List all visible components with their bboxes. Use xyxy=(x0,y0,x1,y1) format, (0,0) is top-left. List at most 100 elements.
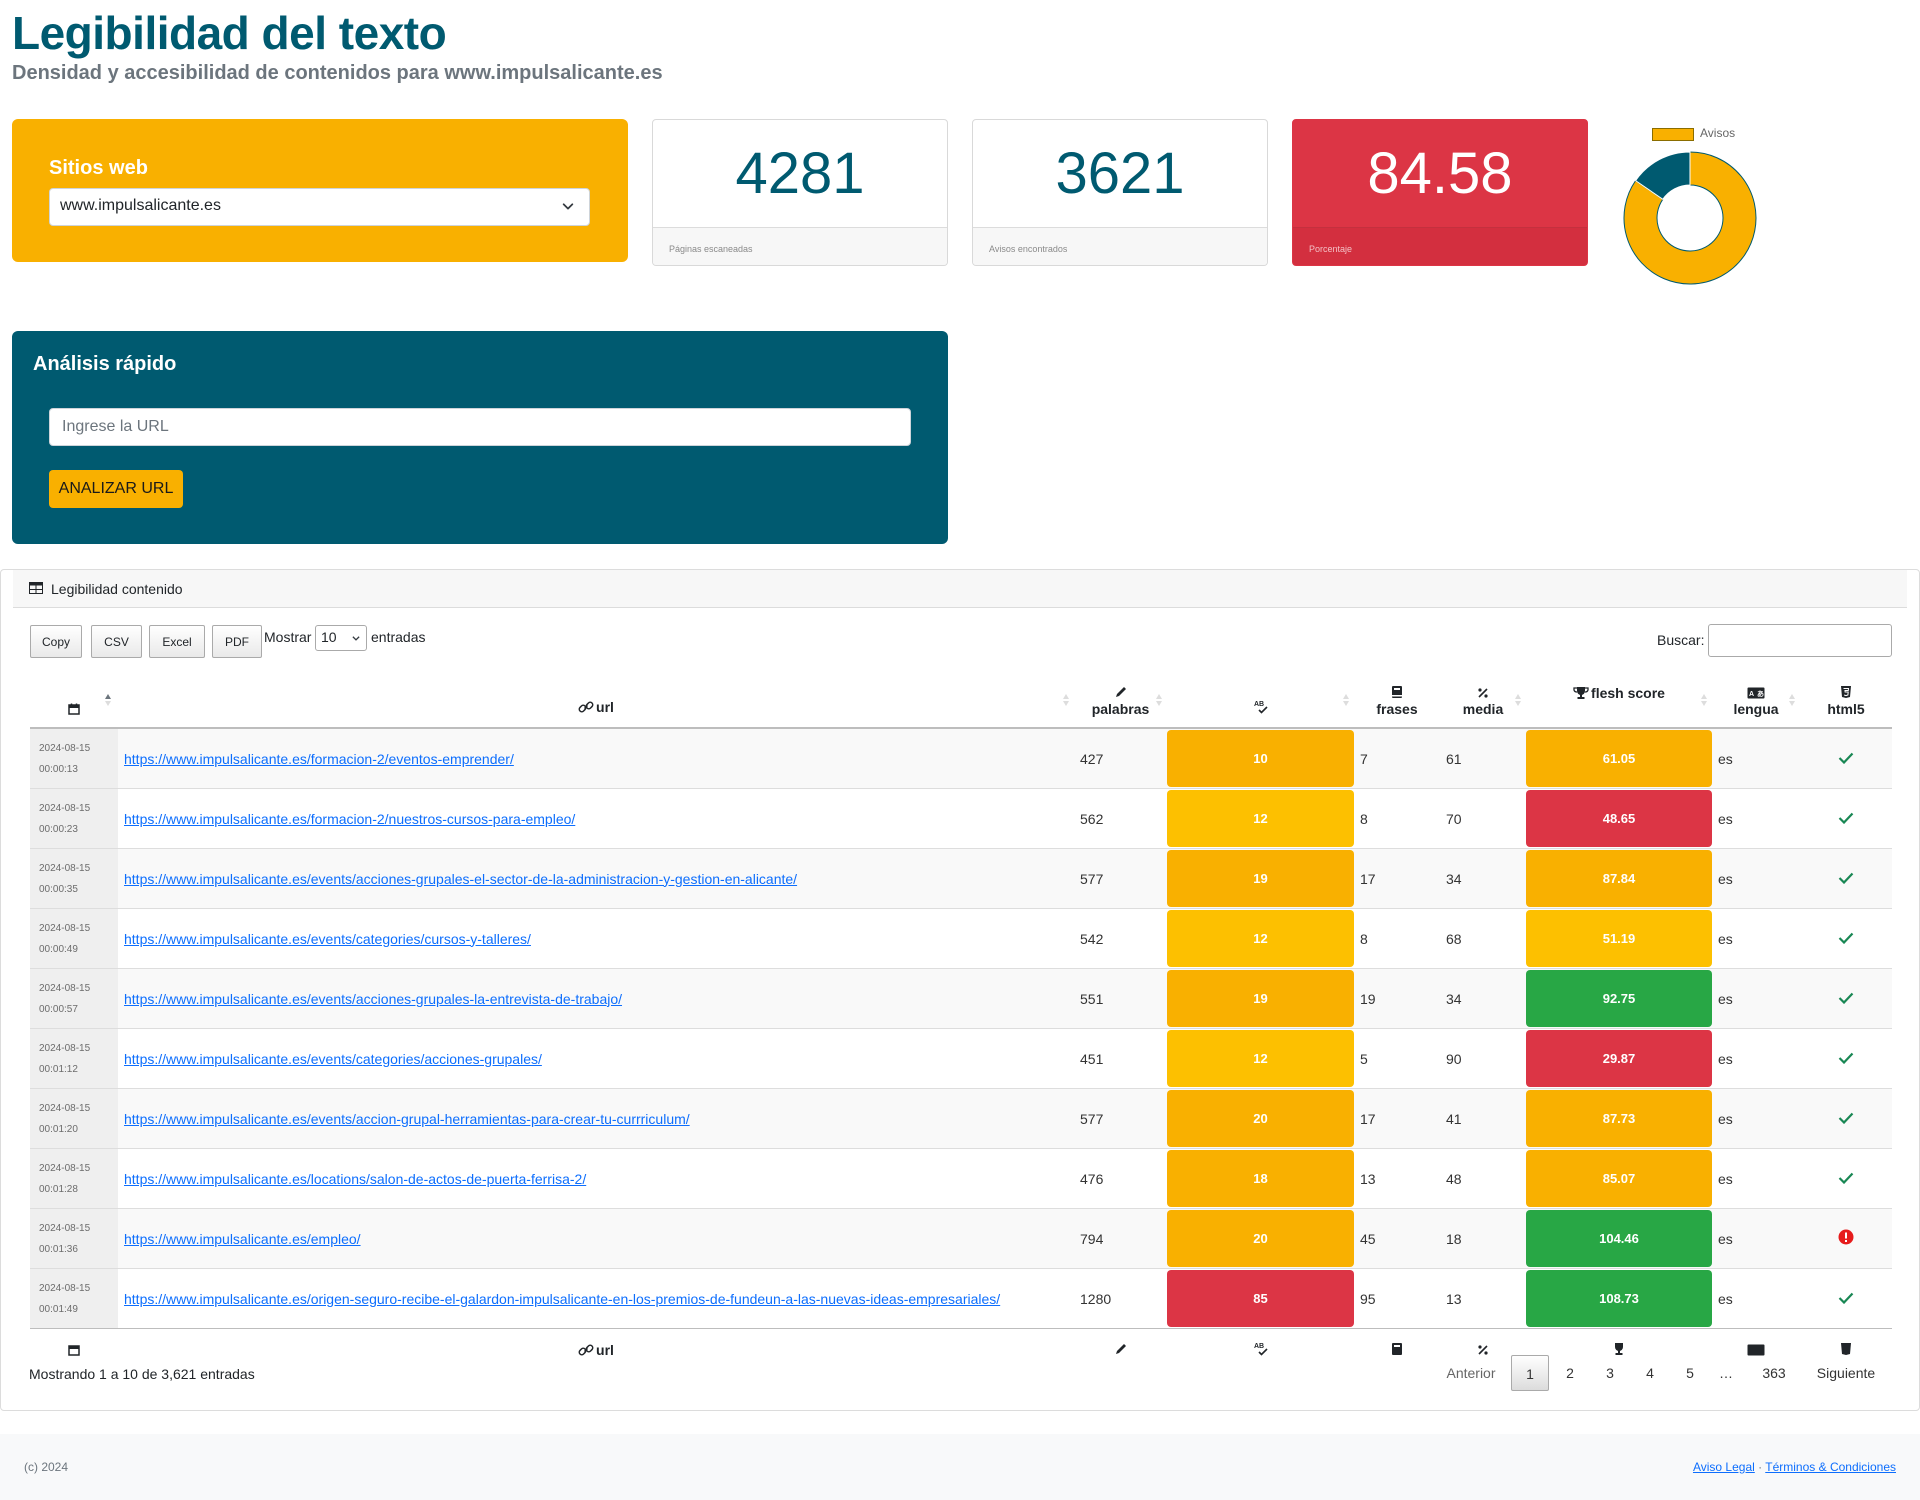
excel-button[interactable]: Excel xyxy=(149,625,205,658)
page-url-link[interactable]: https://www.impulsalicante.es/formacion-… xyxy=(124,811,575,827)
th-words[interactable]: palabras xyxy=(1074,667,1167,729)
check-icon xyxy=(1838,1052,1854,1064)
page-url-link[interactable]: https://www.impulsalicante.es/events/acc… xyxy=(124,1111,690,1127)
cell-date-day: 2024-08-15 xyxy=(39,1222,91,1234)
cell-language: es xyxy=(1712,1028,1800,1089)
readability-table-card: Legibilidad contenido Copy CSV Excel PDF… xyxy=(0,569,1920,1411)
pagination-page-4[interactable]: 4 xyxy=(1631,1355,1669,1391)
tf-words xyxy=(1074,1328,1167,1373)
th-url[interactable]: url xyxy=(118,667,1074,729)
cell-date-time: 00:01:49 xyxy=(39,1303,78,1315)
cell-flesh-score: 51.19 xyxy=(1526,908,1712,969)
cell-language: es xyxy=(1712,1148,1800,1209)
pagination-page-5[interactable]: 5 xyxy=(1671,1355,1709,1391)
cell-sentences: 8 xyxy=(1354,908,1440,969)
svg-text:AB: AB xyxy=(1254,1343,1264,1350)
search-label: Buscar: xyxy=(1657,632,1705,648)
chevron-down-icon xyxy=(562,203,574,210)
page-length-select[interactable]: 10 xyxy=(315,625,367,651)
cell-html5 xyxy=(1800,1268,1892,1329)
calendar-icon xyxy=(68,1345,80,1356)
page-url-link[interactable]: https://www.impulsalicante.es/events/acc… xyxy=(124,991,622,1007)
sort-icon xyxy=(1343,694,1349,706)
cell-url: https://www.impulsalicante.es/events/cat… xyxy=(118,908,1074,969)
stat-pages-value: 4281 xyxy=(735,141,865,206)
page-url-link[interactable]: https://www.impulsalicante.es/events/cat… xyxy=(124,931,531,947)
page-url-link[interactable]: https://www.impulsalicante.es/origen-seg… xyxy=(124,1291,1000,1307)
cell-sentences: 95 xyxy=(1354,1268,1440,1329)
cell-average: 90 xyxy=(1440,1028,1526,1089)
link-icon xyxy=(578,701,594,713)
legend-swatch[interactable] xyxy=(1652,128,1694,141)
pagination-previous[interactable]: Anterior xyxy=(1436,1355,1506,1391)
table-row: 2024-08-15 00:01:12 https://www.impulsalic… xyxy=(30,1028,1892,1089)
cell-url: https://www.impulsalicante.es/formacion-… xyxy=(118,788,1074,849)
tf-url-label: url xyxy=(596,1341,614,1358)
cell-date-day: 2024-08-15 xyxy=(39,1042,91,1054)
cell-language: es xyxy=(1712,908,1800,969)
cell-html5 xyxy=(1800,1208,1892,1269)
search-input[interactable] xyxy=(1708,624,1892,657)
th-date[interactable] xyxy=(30,667,118,729)
cell-url: https://www.impulsalicante.es/events/acc… xyxy=(118,968,1074,1029)
cell-language: es xyxy=(1712,968,1800,1029)
legal-notice-link[interactable]: Aviso Legal xyxy=(1693,1460,1755,1474)
site-select[interactable]: www.impulsalicante.es xyxy=(49,188,590,226)
pagination-ellipsis: … xyxy=(1719,1365,1733,1381)
page-url-link[interactable]: https://www.impulsalicante.es/locations/… xyxy=(124,1171,586,1187)
stat-card-warnings: 3621 Avisos encontrados xyxy=(972,119,1268,266)
th-spellcheck[interactable]: AB xyxy=(1167,667,1354,729)
pagination-page-2[interactable]: 2 xyxy=(1551,1355,1589,1391)
quick-analysis-title: Análisis rápido xyxy=(33,353,177,375)
check-icon xyxy=(1838,1112,1854,1124)
page-url-link[interactable]: https://www.impulsalicante.es/events/cat… xyxy=(124,1051,542,1067)
th-flesh-score[interactable]: flesh score xyxy=(1526,667,1712,729)
cell-average: 34 xyxy=(1440,968,1526,1029)
show-label: Mostrar xyxy=(264,629,312,645)
page-url-link[interactable]: https://www.impulsalicante.es/formacion-… xyxy=(124,751,514,767)
pagination-page-3[interactable]: 3 xyxy=(1591,1355,1629,1391)
table-row: 2024-08-15 00:00:57 https://www.impulsalic… xyxy=(30,968,1892,1029)
flesh-score-badge: 87.73 xyxy=(1526,1090,1712,1147)
copy-button[interactable]: Copy xyxy=(30,625,82,658)
cell-html5 xyxy=(1800,968,1892,1029)
terms-link[interactable]: Términos & Condiciones xyxy=(1765,1460,1896,1474)
cell-date-day: 2024-08-15 xyxy=(39,862,91,874)
page-url-link[interactable]: https://www.impulsalicante.es/empleo/ xyxy=(124,1231,361,1247)
cell-words: 794 xyxy=(1074,1208,1167,1269)
pagination-page-last[interactable]: 363 xyxy=(1752,1355,1796,1391)
url-input[interactable] xyxy=(49,408,911,446)
table-row: 2024-08-15 00:01:20 https://www.impulsalic… xyxy=(30,1088,1892,1149)
svg-text:あ: あ xyxy=(1757,689,1764,698)
cell-sentences: 17 xyxy=(1354,1088,1440,1149)
spellcheck-icon: AB xyxy=(1254,1343,1268,1356)
th-average[interactable]: media xyxy=(1440,667,1526,729)
cell-date: 2024-08-15 00:01:20 xyxy=(30,1088,118,1149)
th-html5[interactable]: html5 xyxy=(1800,667,1892,729)
cell-spellcheck: 20 xyxy=(1167,1088,1354,1149)
flesh-score-badge: 85.07 xyxy=(1526,1150,1712,1207)
analyze-url-button[interactable]: ANALIZAR URL xyxy=(49,470,183,508)
percent-icon xyxy=(1478,1345,1488,1355)
stat-card-pages: 4281 Páginas escaneadas xyxy=(652,119,948,266)
cell-average: 48 xyxy=(1440,1148,1526,1209)
th-sentences[interactable]: frases xyxy=(1354,667,1440,729)
sort-icon xyxy=(1063,694,1069,706)
th-language[interactable]: Aあ lengua xyxy=(1712,667,1800,729)
csv-button[interactable]: CSV xyxy=(91,625,142,658)
page-url-link[interactable]: https://www.impulsalicante.es/events/acc… xyxy=(124,871,797,887)
cell-date: 2024-08-15 00:00:35 xyxy=(30,848,118,909)
cell-flesh-score: 87.73 xyxy=(1526,1088,1712,1149)
spellcheck-icon: AB xyxy=(1254,701,1268,714)
pagination-page-1[interactable]: 1 xyxy=(1511,1355,1549,1391)
calendar-icon xyxy=(68,703,80,715)
cell-language: es xyxy=(1712,728,1800,789)
pagination-next[interactable]: Siguiente xyxy=(1805,1355,1887,1391)
quick-analysis-card: Análisis rápido ANALIZAR URL xyxy=(12,331,948,544)
pdf-button[interactable]: PDF xyxy=(212,625,262,658)
sort-icon xyxy=(1789,694,1795,706)
cell-flesh-score: 108.73 xyxy=(1526,1268,1712,1329)
donut-svg xyxy=(1623,151,1757,285)
cell-words: 1280 xyxy=(1074,1268,1167,1329)
check-icon xyxy=(1838,872,1854,884)
